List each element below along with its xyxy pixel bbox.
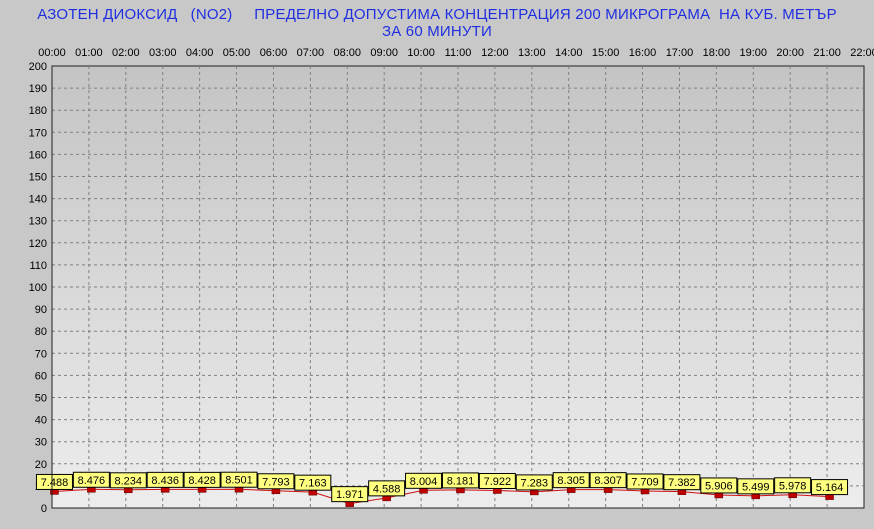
data-label: 7.163 <box>299 478 327 490</box>
x-tick-label: 21:00 <box>813 47 841 59</box>
data-label: 1.971 <box>336 489 364 501</box>
y-tick-label: 200 <box>29 61 47 73</box>
x-tick-label: 11:00 <box>445 47 472 59</box>
y-tick-label: 90 <box>35 304 47 316</box>
y-tick-label: 50 <box>35 393 47 405</box>
y-tick-label: 0 <box>41 503 47 515</box>
x-tick-label: 18:00 <box>703 47 731 59</box>
y-tick-label: 160 <box>29 149 47 161</box>
y-tick-label: 180 <box>29 105 47 117</box>
data-label: 8.234 <box>115 475 143 487</box>
data-label: 8.004 <box>410 476 438 488</box>
x-tick-label: 06:00 <box>260 47 288 59</box>
x-tick-label: 13:00 <box>518 47 546 59</box>
data-point <box>677 489 687 495</box>
y-tick-label: 60 <box>35 370 47 382</box>
data-point <box>788 492 797 499</box>
x-tick-label: 08:00 <box>334 47 362 59</box>
data-point <box>345 501 354 507</box>
chart-svg: 00:00 01:00 02:00 03:00 04:00 05:00 06:00 07:00… <box>29 47 874 515</box>
data-point <box>197 487 207 493</box>
data-point <box>271 488 281 495</box>
y-tick-label: 170 <box>29 127 47 139</box>
x-tick-label: 19:00 <box>740 47 768 59</box>
y-tick-label: 100 <box>29 282 47 294</box>
data-point <box>603 487 613 493</box>
data-point <box>160 487 170 493</box>
x-tick-label: 16:00 <box>629 47 657 59</box>
data-label: 7.488 <box>41 477 69 489</box>
data-point <box>493 488 502 494</box>
y-tick-label: 130 <box>29 216 47 228</box>
data-point <box>566 487 576 493</box>
y-tick-label: 150 <box>29 172 47 184</box>
x-tick-label: 05:00 <box>223 47 251 59</box>
data-label: 7.922 <box>484 476 512 488</box>
chart: АЗОТЕН ДИОКСИД (NO2) ПРЕДЕЛНО ДОПУСТИМА … <box>0 0 874 529</box>
data-label: 7.709 <box>631 476 659 488</box>
data-label: 5.978 <box>779 480 807 492</box>
x-tick-label: 07:00 <box>297 47 325 59</box>
data-label: 7.283 <box>521 477 549 489</box>
data-label: 5.164 <box>816 482 844 494</box>
x-tick-label: 03:00 <box>149 47 177 59</box>
x-tick-label: 14:00 <box>555 47 583 59</box>
y-tick-labels: 0102030405060708090100110120130140150160… <box>29 61 47 515</box>
x-tick-label: 12:00 <box>481 47 509 59</box>
x-tick-label: 04:00 <box>186 47 214 59</box>
data-point <box>419 488 428 494</box>
x-tick-labels: 00:00 01:00 02:00 03:00 04:00 05:00 06:00 07:00… <box>38 47 874 59</box>
y-tick-label: 70 <box>35 348 47 360</box>
data-point <box>825 494 834 500</box>
y-tick-label: 80 <box>35 326 47 338</box>
y-tick-label: 120 <box>29 238 47 250</box>
data-label: 8.428 <box>188 475 216 487</box>
x-tick-label: 02:00 <box>112 47 140 59</box>
data-label: 8.501 <box>225 475 253 487</box>
data-point <box>530 489 539 496</box>
data-point <box>87 487 96 493</box>
data-label: 8.436 <box>151 475 179 487</box>
y-tick-label: 40 <box>35 415 47 427</box>
data-point <box>751 493 760 500</box>
x-tick-label: 17:00 <box>666 47 694 59</box>
x-tick-label: 10:00 <box>407 47 435 59</box>
y-tick-label: 140 <box>29 194 47 206</box>
x-tick-label: 00:00 <box>38 47 66 59</box>
y-tick-label: 110 <box>29 260 47 272</box>
data-label: 5.499 <box>742 481 770 493</box>
data-label: 7.793 <box>262 476 290 488</box>
data-point <box>124 487 133 494</box>
y-tick-label: 30 <box>35 437 47 449</box>
data-point <box>382 495 391 502</box>
x-tick-label: 01:00 <box>75 47 103 59</box>
y-tick-label: 20 <box>35 459 47 471</box>
data-label: 8.305 <box>557 475 585 487</box>
data-point <box>308 489 318 496</box>
x-tick-label: 20:00 <box>776 47 804 59</box>
data-label: 5.906 <box>705 480 733 492</box>
data-point <box>456 487 465 494</box>
data-label: 8.476 <box>78 475 106 487</box>
x-tick-label: 09:00 <box>370 47 398 59</box>
data-point <box>714 492 724 499</box>
y-tick-label: 190 <box>29 83 47 95</box>
x-tick-label: 22:00 <box>850 47 874 59</box>
x-tick-label: 15:00 <box>592 47 620 59</box>
data-label: 7.382 <box>668 477 696 489</box>
data-label: 4.588 <box>373 483 401 495</box>
data-label: 8.307 <box>594 475 622 487</box>
data-label: 8.181 <box>447 475 475 487</box>
data-point <box>234 486 244 493</box>
data-point <box>640 488 650 495</box>
